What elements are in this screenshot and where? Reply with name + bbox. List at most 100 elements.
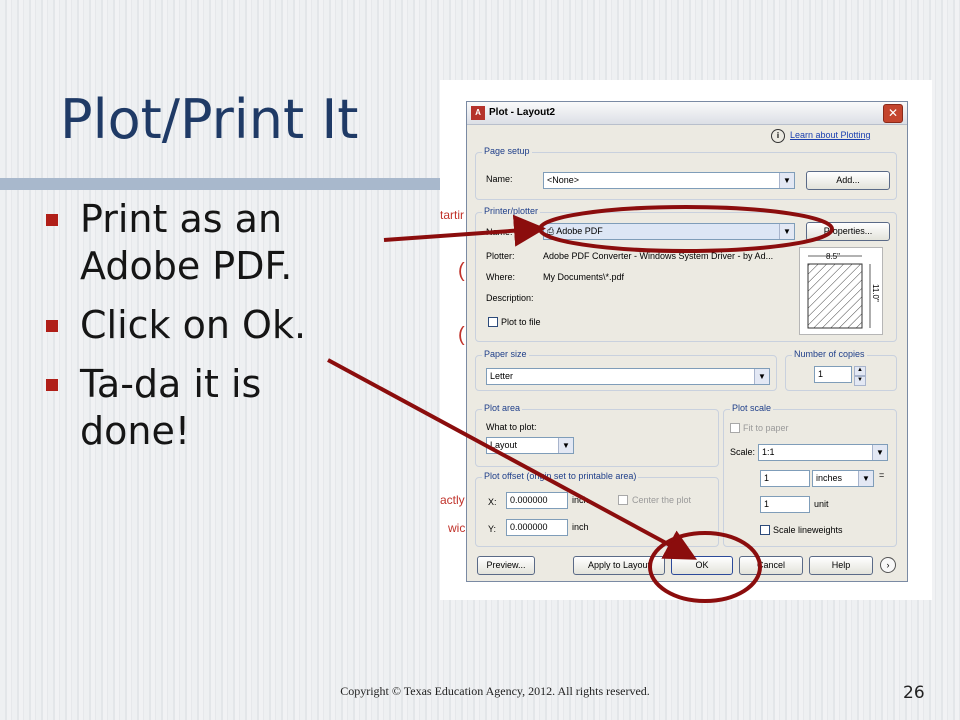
scale-units-select[interactable]: inches ▼ [812, 470, 874, 487]
description-label: Description: [486, 293, 534, 303]
apply-to-layout-button[interactable]: Apply to Layout [573, 556, 665, 575]
offset-x-input[interactable]: 0.000000 [506, 492, 568, 509]
scale-lineweights-checkbox[interactable] [760, 525, 770, 535]
bullet-item: Click on Ok. [44, 302, 374, 349]
fit-to-paper-checkbox[interactable] [730, 423, 740, 433]
scale-label: Scale: [730, 447, 756, 457]
what-to-plot-label: What to plot: [486, 422, 537, 432]
paper-size-value: Letter [490, 371, 514, 381]
printer-icon: ⎙ [547, 226, 557, 236]
scale-value: 1:1 [762, 447, 775, 457]
copyright-footer: Copyright © Texas Education Agency, 2012… [340, 684, 650, 698]
page-setup-legend: Page setup [482, 146, 532, 156]
plotter-value: Adobe PDF Converter - Windows System Dri… [543, 251, 774, 261]
bullet-text: Print as an Adobe PDF. [80, 197, 293, 288]
chevron-down-icon[interactable]: ▼ [558, 438, 573, 453]
bullet-list: Print as an Adobe PDF. Click on Ok. Ta-d… [44, 196, 374, 467]
expand-dialog-icon[interactable]: › [880, 557, 896, 573]
scale-select[interactable]: 1:1 ▼ [758, 444, 888, 461]
scale-unit-input[interactable]: 1 [760, 496, 810, 513]
plot-offset-group: Plot offset (origin set to printable are… [475, 471, 719, 547]
printer-name-select[interactable]: ⎙ Adobe PDF ▼ [543, 223, 795, 240]
plot-area-legend: Plot area [482, 403, 523, 413]
cad-circle-fragment: ( [458, 324, 465, 346]
bullet-item: Print as an Adobe PDF. [44, 196, 374, 290]
spin-up-icon[interactable]: ▲ [854, 366, 866, 376]
paper-size-group: Paper size Letter ▼ [475, 349, 777, 391]
paper-preview: 8.5" 11.0" [799, 247, 883, 335]
printer-plotter-legend: Printer/plotter [482, 206, 541, 216]
offset-x-label: X: [488, 497, 497, 507]
page-setup-name-select[interactable]: <None> ▼ [543, 172, 795, 189]
plot-to-file-checkbox[interactable] [488, 317, 498, 327]
dialog-title-bar[interactable]: A Plot - Layout2 ✕ [467, 102, 907, 125]
offset-y-unit: inch [572, 522, 589, 532]
add-page-setup-button[interactable]: Add... [806, 171, 890, 190]
cad-circle-fragment: ( [458, 260, 465, 282]
close-icon[interactable]: ✕ [883, 104, 903, 123]
spin-down-icon[interactable]: ▼ [854, 376, 866, 386]
equals-sign: = [879, 470, 885, 480]
plot-area-group: Plot area What to plot: Layout ▼ [475, 403, 719, 467]
plot-dialog: A Plot - Layout2 ✕ i Learn about Plottin… [466, 101, 908, 582]
cad-text-fragment: tartir [440, 208, 464, 222]
bullet-text: Click on Ok. [80, 303, 307, 347]
preview-button[interactable]: Preview... [477, 556, 535, 575]
title-underline-bar [0, 178, 440, 190]
paper-preview-graphic: 8.5" 11.0" [807, 252, 880, 329]
where-label: Where: [486, 272, 516, 282]
page-setup-name-label: Name: [486, 174, 513, 184]
paper-size-legend: Paper size [482, 349, 529, 359]
slide-title: Plot/Print It [60, 88, 359, 151]
slide-number: 26 [903, 683, 925, 703]
copies-spinner[interactable]: ▲ ▼ [854, 366, 866, 386]
bullet-square-icon [46, 320, 58, 332]
copies-legend: Number of copies [792, 349, 867, 359]
chevron-down-icon[interactable]: ▼ [754, 369, 769, 384]
cad-text-fragment: wic [448, 521, 466, 535]
fit-to-paper-label: Fit to paper [743, 423, 789, 433]
cancel-button[interactable]: Cancel [739, 556, 803, 575]
bullet-square-icon [46, 214, 58, 226]
bullet-square-icon [46, 379, 58, 391]
what-to-plot-select[interactable]: Layout ▼ [486, 437, 574, 454]
plot-to-file-label: Plot to file [501, 317, 541, 327]
paper-width-label: 8.5" [826, 252, 840, 261]
scale-lineweights-label: Scale lineweights [773, 525, 843, 535]
printer-properties-button[interactable]: Properties... [806, 222, 890, 241]
paper-height-label: 11.0" [871, 284, 880, 302]
what-to-plot-value: Layout [490, 440, 518, 450]
offset-x-unit: inch [572, 495, 589, 505]
plot-scale-legend: Plot scale [730, 403, 774, 413]
chevron-down-icon[interactable]: ▼ [779, 224, 794, 239]
offset-y-input[interactable]: 0.000000 [506, 519, 568, 536]
printer-name-label: Name: [486, 227, 513, 237]
center-plot-label: Center the plot [632, 495, 692, 505]
bullet-item: Ta-da it is done! [44, 361, 374, 455]
cad-text-fragment: actly [440, 493, 465, 507]
dialog-title: Plot - Layout2 [489, 107, 556, 118]
printer-name-value: Adobe PDF [556, 226, 603, 236]
center-plot-checkbox[interactable] [618, 495, 628, 505]
bullet-text: Ta-da it is done! [80, 362, 262, 453]
chevron-down-icon[interactable]: ▼ [872, 445, 887, 460]
info-icon: i [771, 129, 785, 143]
scale-inches-input[interactable]: 1 [760, 470, 810, 487]
page-setup-group: Page setup Name: <None> ▼ Add... [475, 146, 897, 200]
copies-group: Number of copies 1 ▲ ▼ [785, 349, 897, 391]
scale-units-value: inches [816, 473, 843, 483]
chevron-down-icon[interactable]: ▼ [779, 173, 794, 188]
offset-y-label: Y: [488, 524, 497, 534]
ok-button[interactable]: OK [671, 556, 733, 575]
page-setup-name-value: <None> [547, 175, 580, 185]
plot-offset-legend: Plot offset (origin set to printable are… [482, 471, 639, 481]
where-value: My Documents\*.pdf [543, 272, 625, 282]
chevron-down-icon[interactable]: ▼ [858, 471, 873, 486]
scale-unit-label: unit [814, 499, 829, 509]
help-button[interactable]: Help [809, 556, 873, 575]
autocad-app-icon: A [471, 106, 485, 120]
copies-input[interactable]: 1 [814, 366, 852, 383]
paper-size-select[interactable]: Letter ▼ [486, 368, 770, 385]
plot-scale-group: Plot scale Fit to paper Scale: 1:1 ▼ 1 in… [723, 403, 897, 547]
learn-about-plotting-link[interactable]: Learn about Plotting [790, 130, 871, 140]
